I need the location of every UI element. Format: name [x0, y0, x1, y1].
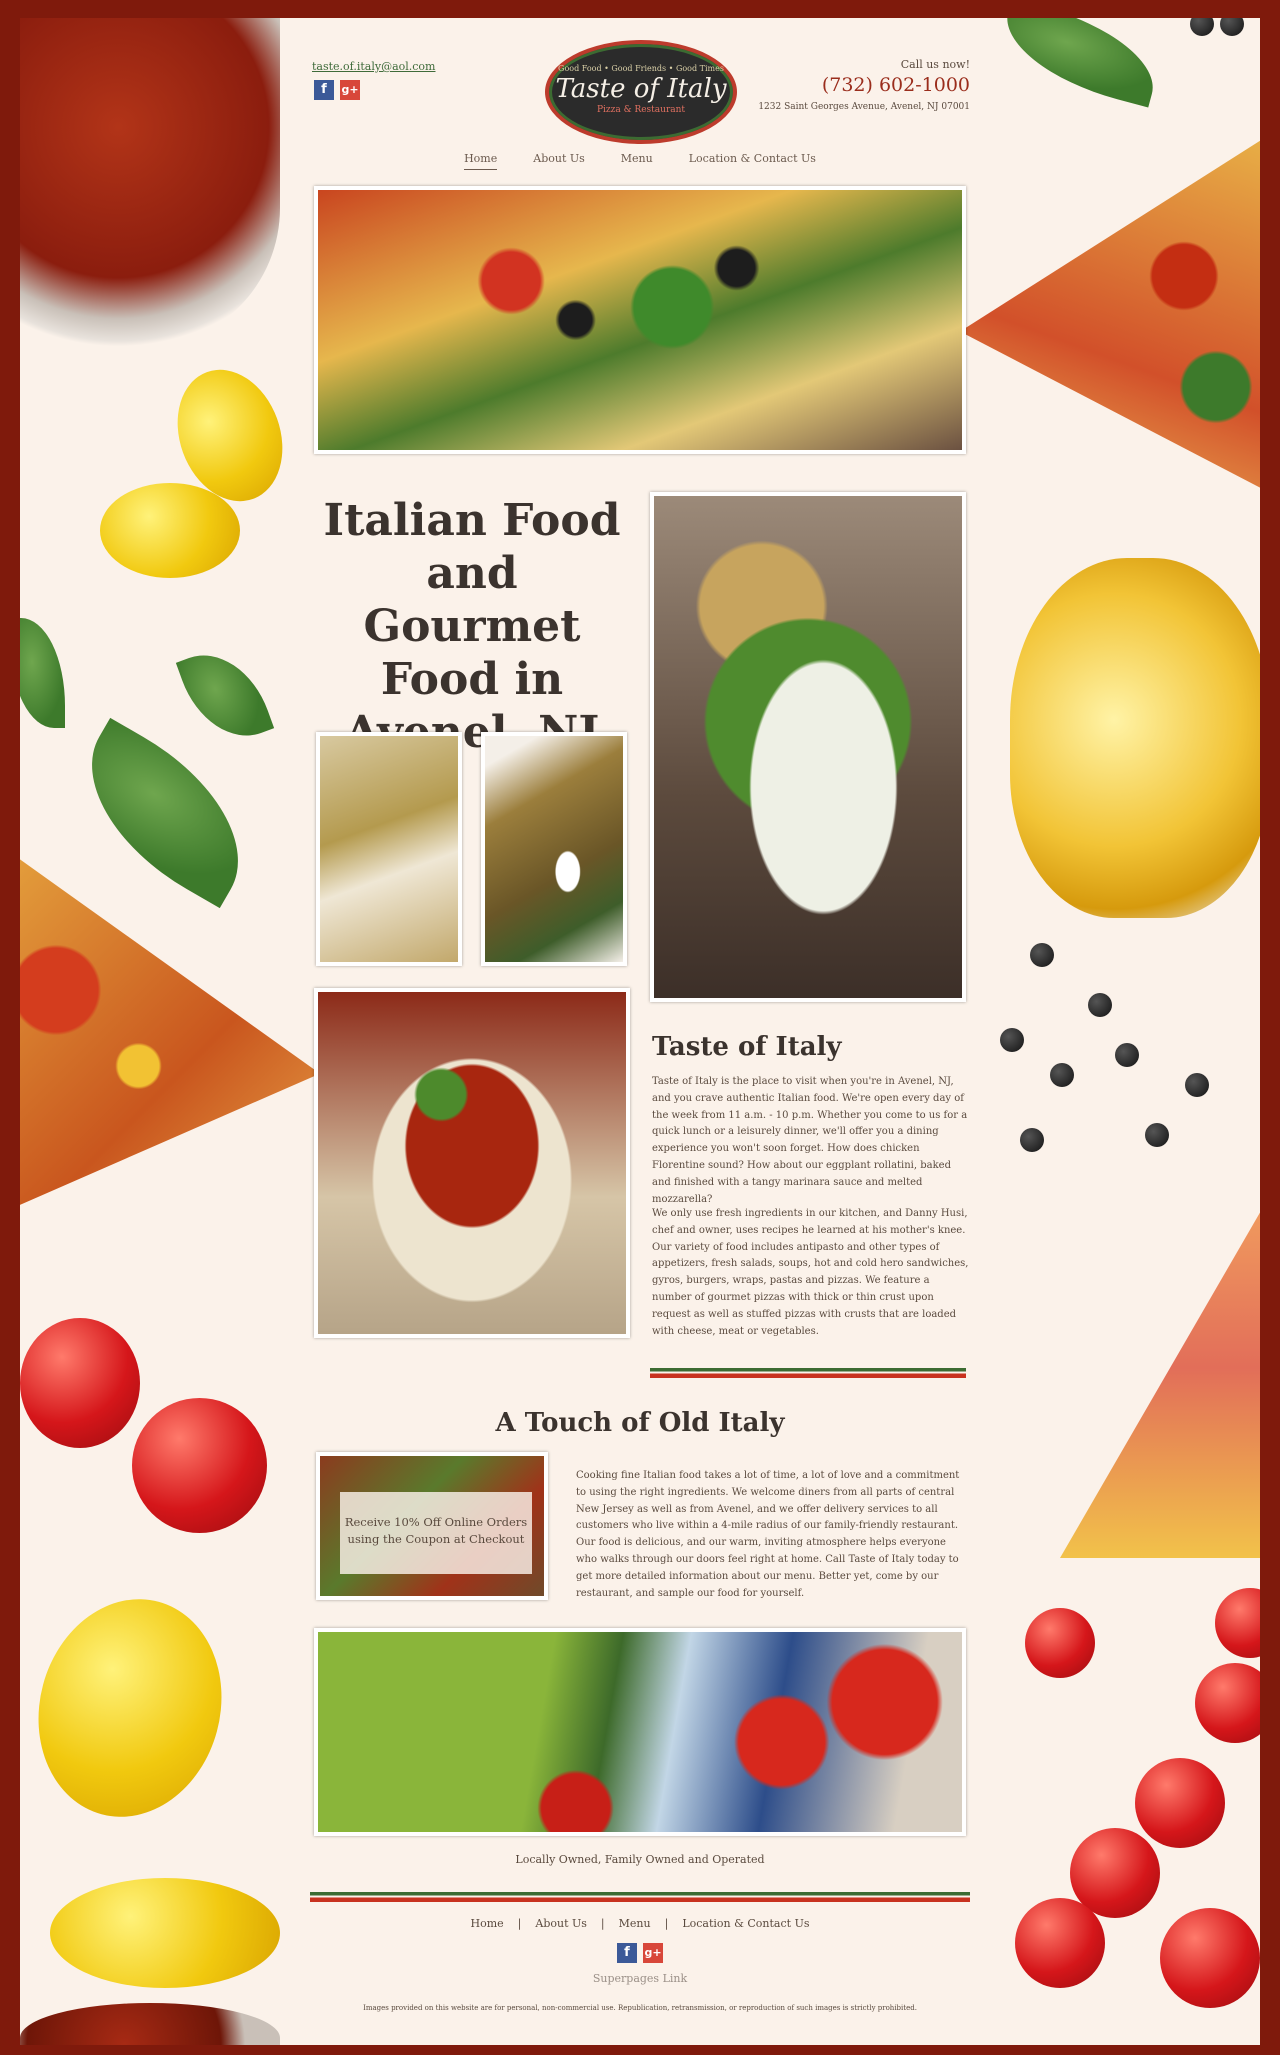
- peppercorn-decoration: [1050, 1063, 1074, 1087]
- call-label: Call us now!: [900, 58, 970, 71]
- peppercorn-decoration: [1030, 943, 1054, 967]
- marinara-sauce-image: [314, 988, 630, 1338]
- marinara-bowl-decoration: [20, 18, 280, 348]
- footer-nav-menu[interactable]: Menu: [619, 1917, 651, 1930]
- peppercorn-decoration: [1220, 18, 1244, 36]
- footer-separator: |: [600, 1917, 605, 1930]
- about-title: Taste of Italy: [652, 1032, 842, 1062]
- footer-social-links: f g+: [617, 1943, 663, 1963]
- vegetables-image: [314, 1628, 966, 1836]
- peppercorn-decoration: [1145, 1123, 1169, 1147]
- pizza-slice-decoration: [1060, 1178, 1260, 1558]
- image-disclaimer: Images provided on this website are for …: [363, 2004, 917, 2012]
- main-nav: Home About Us Menu Location & Contact Us: [20, 152, 1260, 170]
- pizza-slice-decoration: [960, 128, 1260, 498]
- peppercorn-decoration: [1190, 18, 1214, 36]
- logo[interactable]: Good Food • Good Friends • Good Times Ta…: [545, 40, 737, 144]
- tomato-decoration: [1215, 1588, 1260, 1658]
- about-paragraph-2: We only use fresh ingredients in our kit…: [652, 1208, 969, 1337]
- superpages-link[interactable]: Superpages Link: [20, 1972, 1260, 1985]
- footer-nav-location-contact[interactable]: Location & Contact Us: [682, 1917, 809, 1930]
- pizza-slice-decoration: [20, 838, 320, 1218]
- footer-nav-about-us[interactable]: About Us: [535, 1917, 587, 1930]
- salad-image: [650, 492, 966, 1002]
- peppercorn-decoration: [1020, 1128, 1044, 1152]
- logo-name: Taste of Italy: [555, 74, 727, 104]
- basil-leaf-decoration: [55, 717, 275, 909]
- eggplant-rollatini-image: [481, 732, 627, 966]
- address: 1232 Saint Georges Avenue, Avenel, NJ 07…: [758, 102, 970, 112]
- pizza-hero-image: [314, 186, 966, 454]
- nav-home[interactable]: Home: [464, 152, 498, 170]
- logo-subtitle: Pizza & Restaurant: [596, 105, 686, 115]
- phone-number[interactable]: (732) 602-1000: [822, 74, 970, 96]
- footer-nav: Home | About Us | Menu | Location & Cont…: [20, 1917, 1260, 1930]
- facebook-icon[interactable]: f: [314, 80, 334, 100]
- peppercorn-decoration: [1115, 1043, 1139, 1067]
- page: taste.of.italy@aol.com f g+ Good Food • …: [20, 18, 1260, 2045]
- footer-separator: |: [517, 1917, 522, 1930]
- italian-flag-divider: [650, 1368, 966, 1378]
- coupon-banner[interactable]: Receive 10% Off Online Orders using the …: [316, 1452, 548, 1600]
- olive-oil-jar-decoration: [1010, 558, 1260, 918]
- tomato-decoration: [1025, 1608, 1095, 1678]
- peppercorn-decoration: [1185, 1073, 1209, 1097]
- italian-flag-divider: [310, 1892, 970, 1902]
- yellow-tomato-decoration: [100, 483, 240, 578]
- footer-separator: |: [664, 1917, 669, 1930]
- chicken-florentine-image: [316, 732, 462, 966]
- basil-leaf-decoration: [20, 618, 65, 728]
- footer-nav-home[interactable]: Home: [471, 1917, 504, 1930]
- peppercorn-decoration: [1000, 1028, 1024, 1052]
- logo-tagline: Good Food • Good Friends • Good Times: [558, 64, 724, 73]
- coupon-text: Receive 10% Off Online Orders using the …: [340, 1492, 532, 1574]
- nav-menu[interactable]: Menu: [621, 152, 653, 170]
- facebook-icon[interactable]: f: [617, 1943, 637, 1963]
- tomato-decoration: [1195, 1663, 1260, 1743]
- about-paragraph-1: Taste of Italy is the place to visit whe…: [652, 1076, 968, 1205]
- google-plus-icon[interactable]: g+: [643, 1943, 663, 1963]
- touch-title: A Touch of Old Italy: [495, 1408, 785, 1438]
- nav-location-contact[interactable]: Location & Contact Us: [689, 152, 816, 170]
- google-plus-icon[interactable]: g+: [340, 80, 360, 100]
- basil-leaf-decoration: [993, 18, 1167, 108]
- yellow-tomato-decoration: [20, 1578, 246, 1838]
- touch-paragraph: Cooking fine Italian food takes a lot of…: [576, 1470, 960, 1599]
- nav-about-us[interactable]: About Us: [533, 152, 585, 170]
- page-headline: Italian Food and Gourmet Food in Avenel,…: [323, 495, 621, 758]
- peppercorn-decoration: [1088, 993, 1112, 1017]
- tomato-decoration: [1135, 1758, 1225, 1848]
- tagline: Locally Owned, Family Owned and Operated: [515, 1853, 765, 1866]
- social-links: f g+: [314, 80, 360, 100]
- basil-leaf-decoration: [175, 638, 275, 753]
- email-link[interactable]: taste.of.italy@aol.com: [312, 60, 436, 73]
